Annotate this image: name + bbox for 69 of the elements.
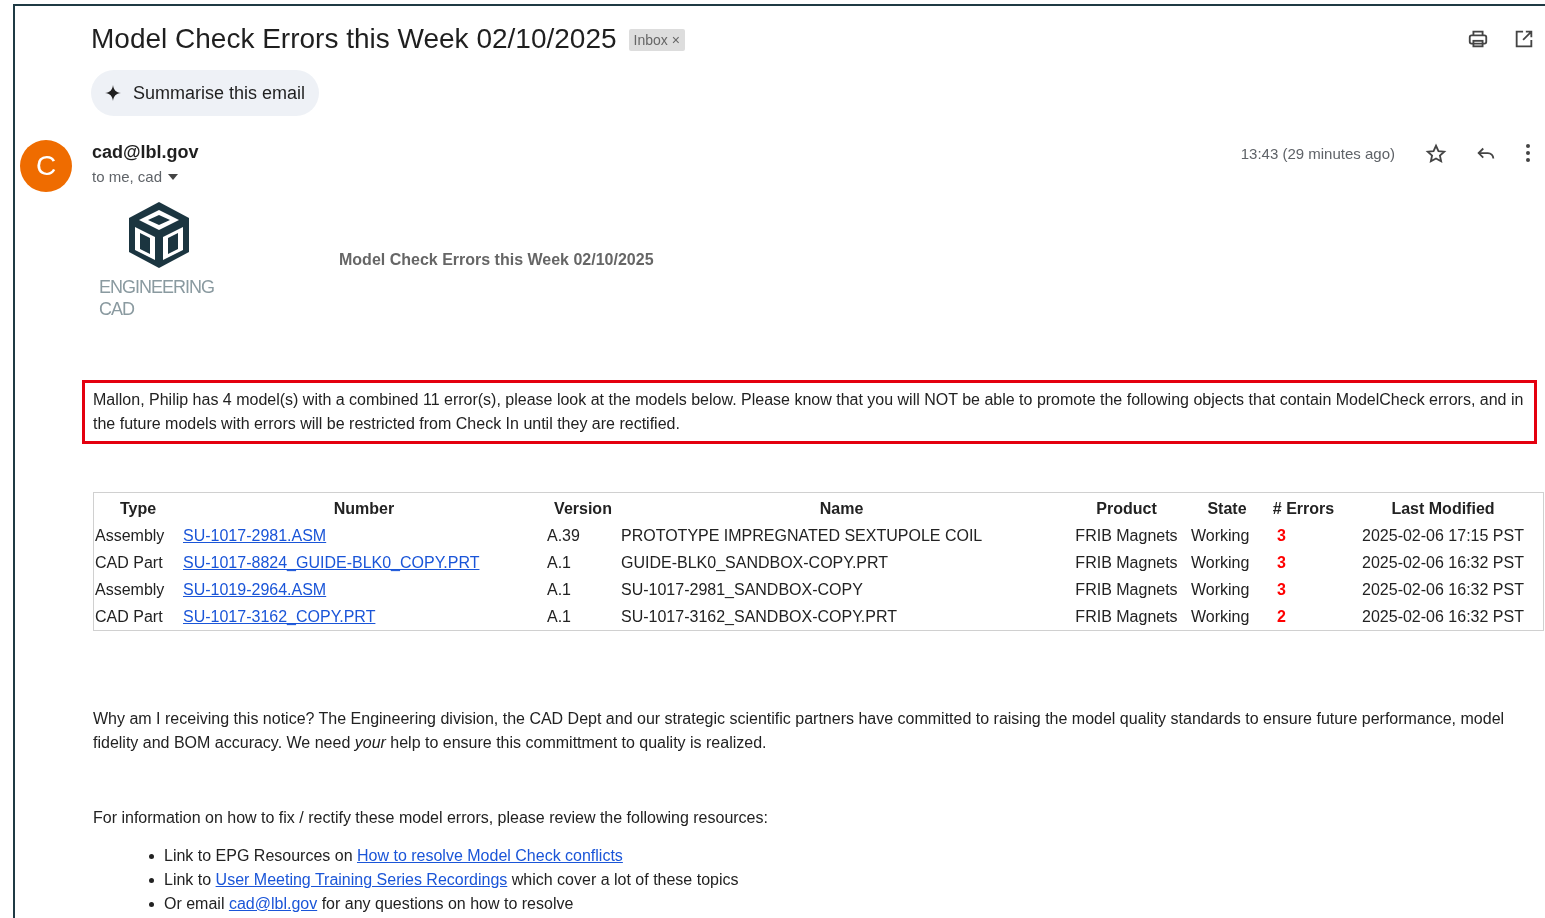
- notice-text: Mallon, Philip has 4 model(s) with a combined 11 error(s), please look at the models below. Please know that you will NOT be able to promote the following objects that contain ModelCheck errors, and in the future models with errors will be restricted from Check In until they are rectified.: [82, 380, 1537, 444]
- table-cell: CAD Part: [95, 553, 163, 571]
- recipients-text: to me, cad: [92, 167, 163, 187]
- column-header: Last Modified: [1390, 498, 1496, 519]
- resource-link[interactable]: cad@lbl.gov: [228, 895, 318, 912]
- more-options-icon[interactable]: [1525, 143, 1531, 163]
- table-cell: A.1: [547, 607, 571, 625]
- table-cell: Working: [1191, 526, 1250, 544]
- table-cell: 2025-02-06 16:32 PST: [1362, 607, 1524, 625]
- summarise-button[interactable]: Summarise this email: [91, 70, 320, 116]
- resource-item: Link to EPG Resources on How to resolve Model Check conflicts: [164, 846, 623, 866]
- timestamp: 13:43 (29 minutes ago): [1240, 144, 1395, 164]
- table-cell: FRIB Magnets: [1075, 553, 1178, 571]
- logo-text: ENGINEERING: [99, 276, 216, 298]
- cube-logo-icon: [127, 200, 191, 270]
- table-cell: 3: [1277, 553, 1286, 571]
- column-header: Type: [118, 498, 158, 519]
- sparkle-icon: [105, 85, 121, 101]
- table-cell: Assembly: [95, 580, 165, 598]
- part-number-link[interactable]: SU-1019-2964.ASM: [183, 580, 327, 598]
- table-cell: FRIB Magnets: [1075, 607, 1178, 625]
- table-cell: CAD Part: [95, 607, 163, 625]
- resource-item: Link to User Meeting Training Series Recordings which cover a lot of these topics: [164, 870, 739, 890]
- table-cell: 3: [1277, 526, 1286, 544]
- resource-item: Or email cad@lbl.gov for any questions on how to resolve: [164, 894, 574, 914]
- bullet-icon: [149, 877, 154, 883]
- resources-intro: For information on how to fix / rectify these model errors, please review the following resources:: [93, 808, 769, 828]
- column-header: Name: [818, 498, 865, 519]
- column-header: Number: [332, 498, 396, 519]
- table-cell: 3: [1277, 580, 1286, 598]
- column-header: Version: [553, 498, 613, 519]
- table-cell: SU-1017-2981_SANDBOX-COPY: [621, 580, 863, 598]
- dropdown-caret-icon[interactable]: [168, 174, 179, 181]
- table-cell: Assembly: [95, 526, 165, 544]
- inbox-label[interactable]: Inbox ×: [628, 29, 685, 51]
- open-in-new-window-icon[interactable]: [1513, 28, 1535, 50]
- resource-link[interactable]: How to resolve Model Check conflicts: [357, 847, 623, 864]
- part-number-link[interactable]: SU-1017-3162_COPY.PRT: [183, 607, 376, 625]
- star-icon[interactable]: [1425, 143, 1447, 165]
- sender-avatar: C: [20, 140, 72, 192]
- table-cell: A.39: [547, 526, 580, 544]
- table-cell: GUIDE-BLK0_SANDBOX-COPY.PRT: [621, 553, 889, 571]
- why-paragraph: Why am I receiving this notice? The Engineering division, the CAD Dept and our strategic scientific partners have committed to raising the model quality standards to ensure future performance, model fidelity and BOM accuracy. We need your help to ensure this committment to quality is realized.: [93, 709, 1506, 753]
- column-header: State: [1206, 498, 1248, 519]
- table-cell: A.1: [547, 553, 571, 571]
- part-number-link[interactable]: SU-1017-2981.ASM: [183, 526, 327, 544]
- email-subject: Model Check Errors this Week 02/10/2025: [91, 22, 617, 56]
- table-cell: FRIB Magnets: [1075, 526, 1178, 544]
- table-cell: A.1: [547, 580, 571, 598]
- logo-text: CAD: [99, 298, 135, 320]
- table-cell: Working: [1191, 580, 1250, 598]
- body-title: Model Check Errors this Week 02/10/2025: [339, 250, 654, 270]
- column-header: # Errors: [1271, 498, 1336, 519]
- bullet-icon: [149, 853, 154, 859]
- table-cell: 2025-02-06 16:32 PST: [1362, 553, 1524, 571]
- table-cell: PROTOTYPE IMPREGNATED SEXTUPOLE COIL: [621, 526, 983, 544]
- table-cell: FRIB Magnets: [1075, 580, 1178, 598]
- table-cell: SU-1017-3162_SANDBOX-COPY.PRT: [621, 607, 897, 625]
- table-cell: Working: [1191, 553, 1250, 571]
- resource-link[interactable]: User Meeting Training Series Recordings: [215, 871, 508, 888]
- table-cell: Working: [1191, 607, 1250, 625]
- table-cell: 2025-02-06 16:32 PST: [1362, 580, 1524, 598]
- sender-email: cad@lbl.gov: [92, 141, 199, 164]
- print-icon[interactable]: [1467, 28, 1489, 50]
- table-cell: 2025-02-06 17:15 PST: [1362, 526, 1524, 544]
- part-number-link[interactable]: SU-1017-8824_GUIDE-BLK0_COPY.PRT: [183, 553, 480, 571]
- column-header: Product: [1095, 498, 1158, 519]
- table-cell: 2: [1277, 607, 1286, 625]
- bullet-icon: [149, 901, 154, 907]
